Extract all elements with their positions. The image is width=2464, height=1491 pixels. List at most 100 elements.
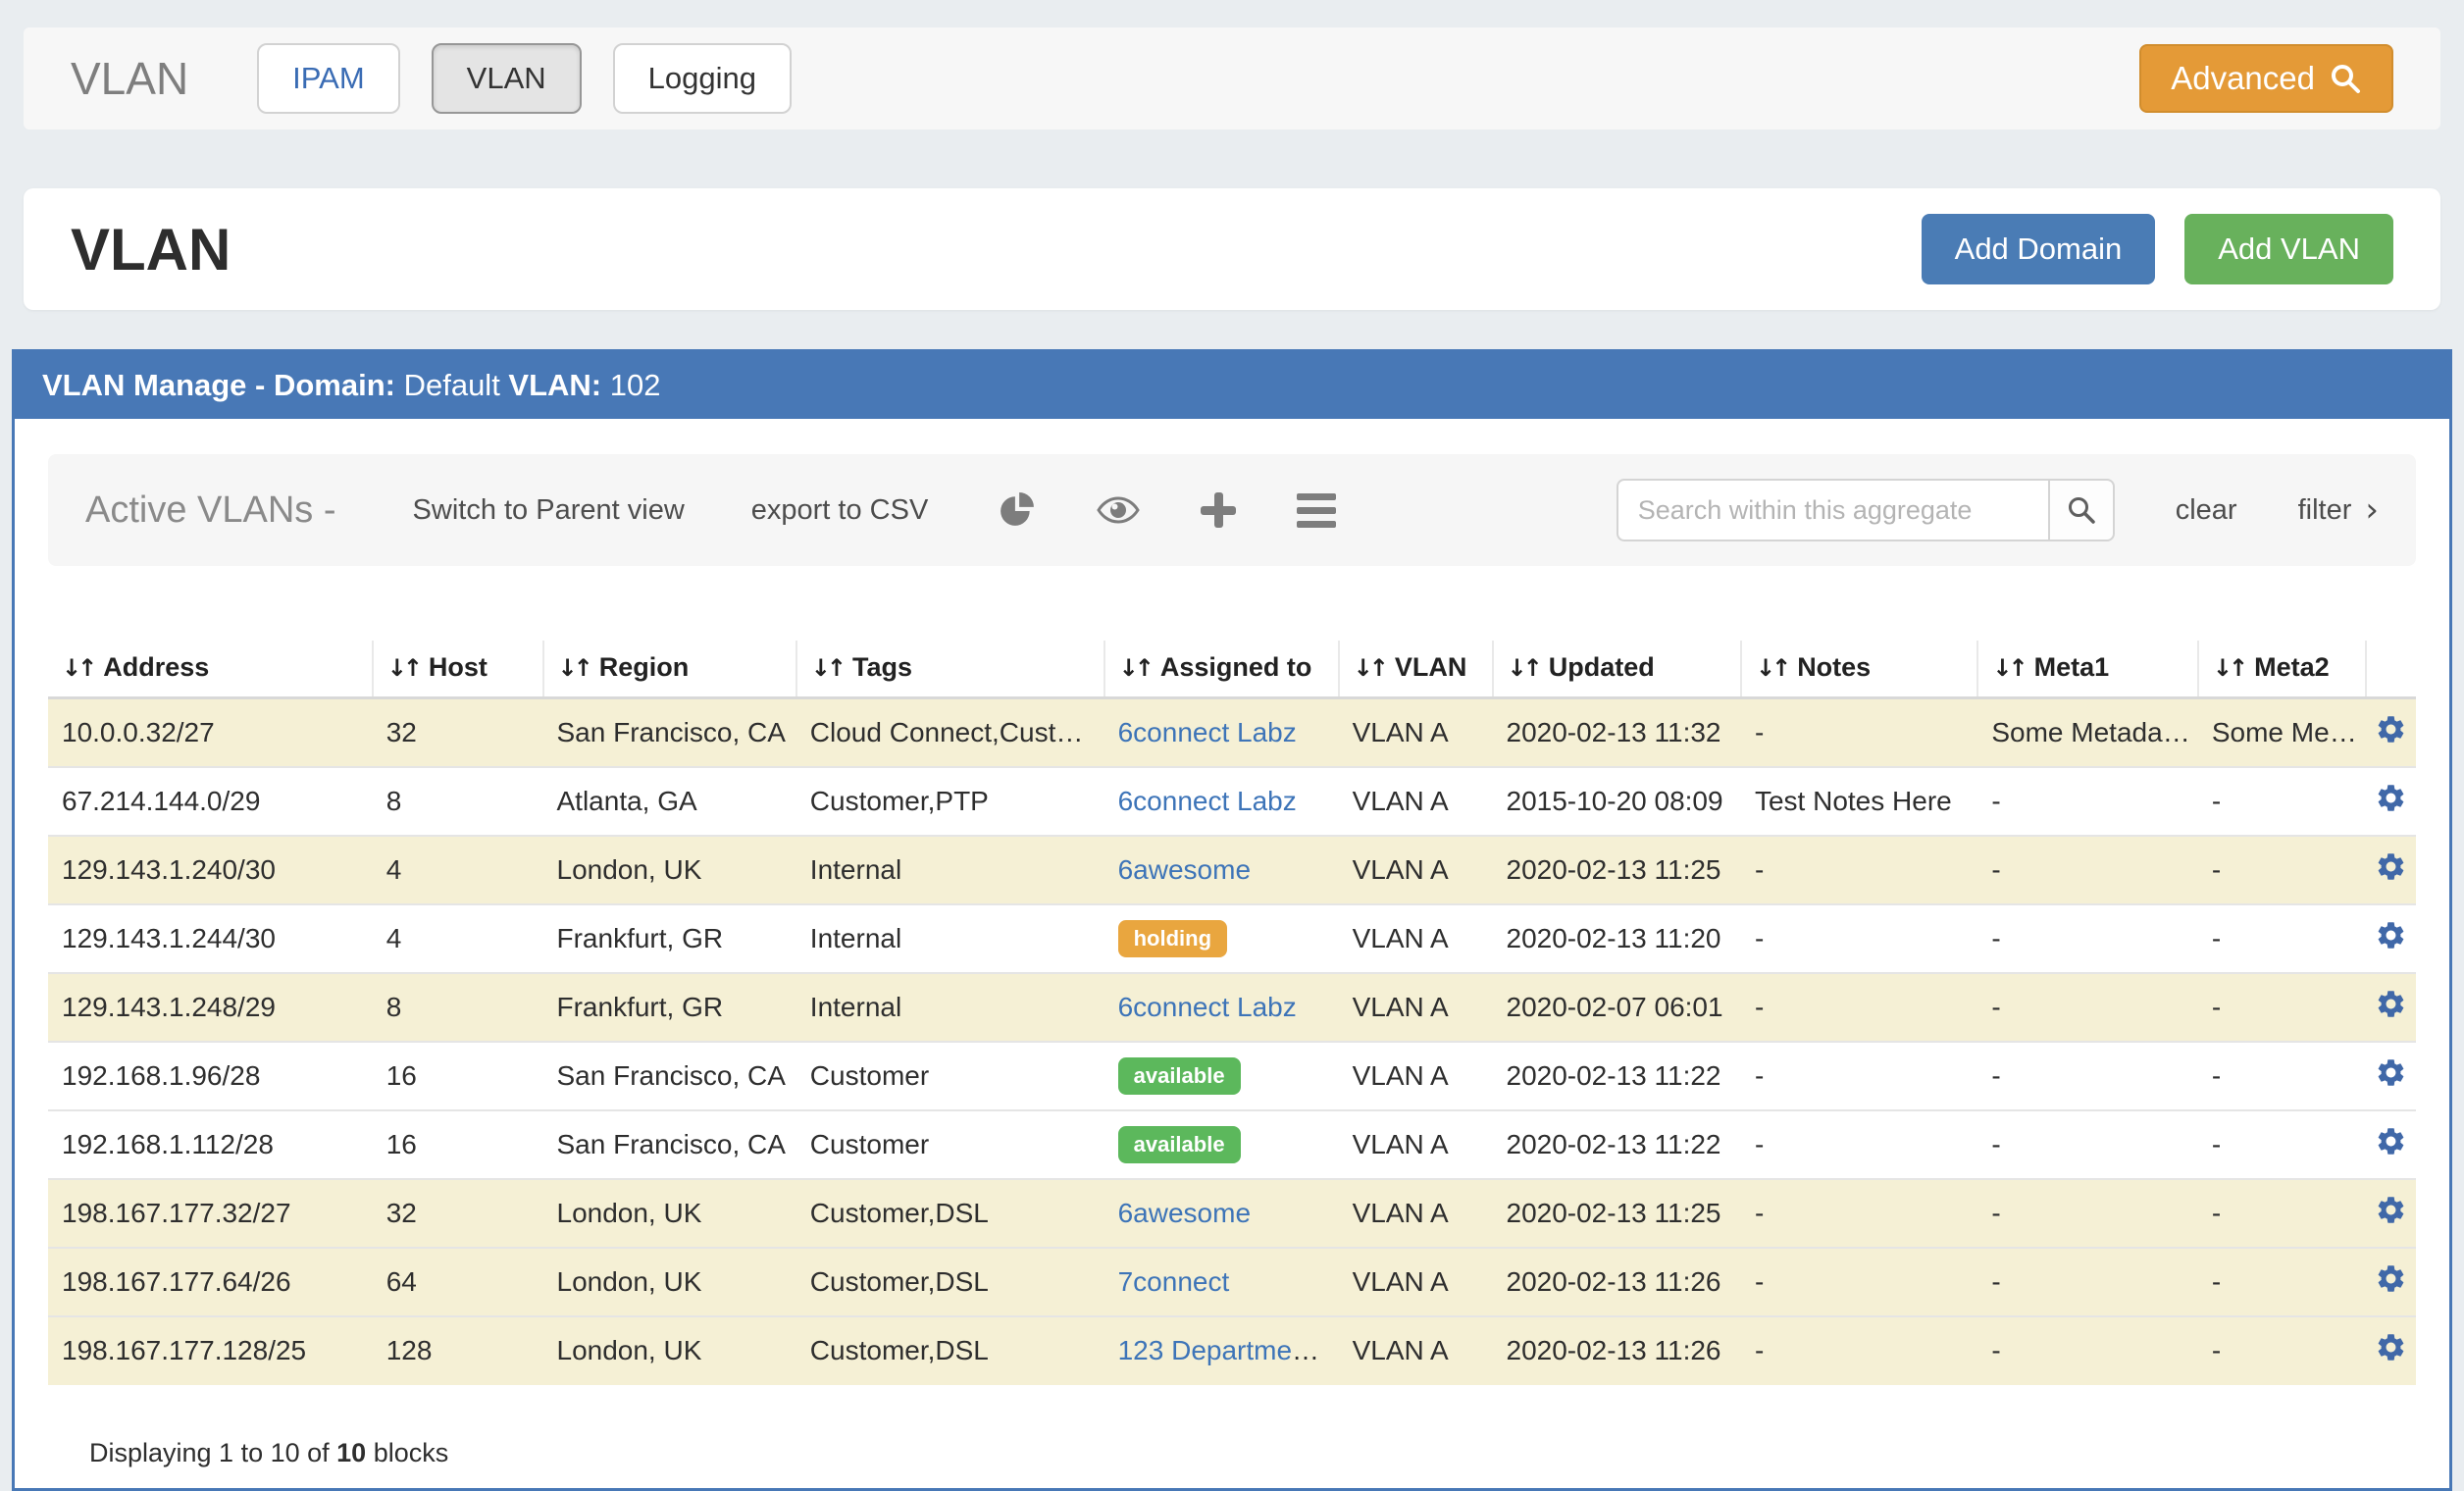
filter-link[interactable]: filter ›	[2298, 490, 2379, 530]
assigned-to-link[interactable]: 6connect Labz	[1118, 786, 1297, 816]
cell-tags: Customer	[796, 1042, 1104, 1110]
gear-icon[interactable]	[2375, 713, 2407, 746]
active-vlans-title: Active VLANs -	[85, 489, 336, 532]
cell-notes: -	[1741, 1042, 1977, 1110]
vlan-manage-panel: VLAN Manage - Domain: Default VLAN: 102 …	[12, 349, 2452, 1491]
cell-tags: Cloud Connect,Customer	[796, 698, 1104, 767]
assigned-to-link[interactable]: 7connect	[1118, 1266, 1230, 1297]
page-header-actions: Add Domain Add VLAN	[1922, 214, 2393, 284]
column-header-actions	[2366, 641, 2416, 698]
vlan-manage-body: Active VLANs - Switch to Parent view exp…	[15, 419, 2449, 1488]
cell-assigned-to: holding	[1104, 904, 1339, 973]
cell-notes: Test Notes Here	[1741, 767, 1977, 836]
table-row: 198.167.177.64/2664London, UKCustomer,DS…	[48, 1248, 2416, 1316]
cell-assigned-to: 123 Department...	[1104, 1316, 1339, 1385]
cell-meta2: -	[2198, 1248, 2366, 1316]
column-header-region[interactable]: ↓↑Region	[543, 641, 796, 698]
manage-header-domain-label: VLAN Manage - Domain:	[42, 368, 395, 402]
gear-icon[interactable]	[2375, 850, 2407, 883]
gear-icon[interactable]	[2375, 1262, 2407, 1295]
assigned-to-link[interactable]: 6connect Labz	[1118, 992, 1297, 1022]
vlan-table: ↓↑Address↓↑Host↓↑Region↓↑Tags↓↑Assigned …	[48, 641, 2416, 1385]
cell-address: 192.168.1.96/28	[48, 1042, 373, 1110]
cell-meta2: Some Met...	[2198, 698, 2366, 767]
cell-tags: Customer,DSL	[796, 1179, 1104, 1248]
aggregate-search-input[interactable]	[1617, 479, 2048, 541]
cell-vlan: VLAN A	[1339, 1042, 1493, 1110]
sort-icon: ↓↑	[1992, 654, 2024, 682]
column-header-assigned-to[interactable]: ↓↑Assigned to	[1104, 641, 1339, 698]
footer-prefix: Displaying 1 to 10 of	[89, 1438, 336, 1467]
status-badge: available	[1118, 1057, 1241, 1095]
column-header-updated[interactable]: ↓↑Updated	[1493, 641, 1741, 698]
column-header-host[interactable]: ↓↑Host	[373, 641, 543, 698]
cell-updated: 2020-02-13 11:22	[1493, 1110, 1741, 1179]
cell-notes: -	[1741, 836, 1977, 904]
sort-icon: ↓↑	[1756, 654, 1787, 682]
gear-icon[interactable]	[2375, 1194, 2407, 1226]
gear-icon[interactable]	[2375, 919, 2407, 951]
gear-icon[interactable]	[2375, 988, 2407, 1020]
cell-region: Frankfurt, GR	[543, 973, 796, 1042]
top-navigation-bar: VLAN IPAM VLAN Logging Advanced	[24, 27, 2440, 129]
cell-notes: -	[1741, 973, 1977, 1042]
status-badge: holding	[1118, 920, 1227, 957]
cell-region: San Francisco, CA	[543, 698, 796, 767]
clear-filter-link[interactable]: clear	[2176, 494, 2237, 527]
filter-link-label: filter	[2298, 494, 2352, 527]
cell-updated: 2015-10-20 08:09	[1493, 767, 1741, 836]
cell-tags: Internal	[796, 973, 1104, 1042]
column-header-tags[interactable]: ↓↑Tags	[796, 641, 1104, 698]
advanced-search-button[interactable]: Advanced	[2139, 44, 2393, 113]
gear-icon[interactable]	[2375, 782, 2407, 814]
gear-icon[interactable]	[2375, 1331, 2407, 1363]
column-header-meta2[interactable]: ↓↑Meta2	[2198, 641, 2366, 698]
cell-meta1: -	[1977, 1179, 2198, 1248]
cell-actions	[2366, 698, 2416, 767]
nav-tab-vlan[interactable]: VLAN	[432, 43, 582, 114]
add-vlan-button[interactable]: Add VLAN	[2184, 214, 2393, 284]
column-header-vlan[interactable]: ↓↑VLAN	[1339, 641, 1493, 698]
assigned-to-link[interactable]: 6awesome	[1118, 1198, 1251, 1228]
aggregate-search-button[interactable]	[2048, 479, 2115, 541]
nav-tab-logging[interactable]: Logging	[613, 43, 792, 114]
cell-region: London, UK	[543, 1316, 796, 1385]
cell-meta1: -	[1977, 1248, 2198, 1316]
assigned-to-link[interactable]: 123 Department...	[1118, 1335, 1338, 1365]
menu-icon[interactable]	[1297, 493, 1336, 528]
cell-vlan: VLAN A	[1339, 1110, 1493, 1179]
cell-vlan: VLAN A	[1339, 973, 1493, 1042]
cell-address: 129.143.1.248/29	[48, 973, 373, 1042]
app-title: VLAN	[71, 52, 188, 105]
cell-address: 198.167.177.32/27	[48, 1179, 373, 1248]
add-domain-button[interactable]: Add Domain	[1922, 214, 2156, 284]
nav-tab-ipam[interactable]: IPAM	[257, 43, 400, 114]
cell-tags: Customer,DSL	[796, 1248, 1104, 1316]
assigned-to-link[interactable]: 6awesome	[1118, 854, 1251, 885]
cell-host: 16	[373, 1110, 543, 1179]
column-header-notes[interactable]: ↓↑Notes	[1741, 641, 1977, 698]
column-header-meta1[interactable]: ↓↑Meta1	[1977, 641, 2198, 698]
cell-meta2: -	[2198, 767, 2366, 836]
aggregate-search-group: clear filter ›	[1617, 479, 2379, 541]
gear-icon[interactable]	[2375, 1056, 2407, 1089]
cell-updated: 2020-02-13 11:25	[1493, 836, 1741, 904]
assigned-to-link[interactable]: 6connect Labz	[1118, 717, 1297, 747]
cell-actions	[2366, 836, 2416, 904]
cell-host: 4	[373, 836, 543, 904]
table-row: 192.168.1.112/2816San Francisco, CACusto…	[48, 1110, 2416, 1179]
sort-icon: ↓↑	[558, 654, 590, 682]
pie-chart-icon[interactable]	[999, 491, 1036, 529]
cell-region: Atlanta, GA	[543, 767, 796, 836]
export-to-csv-link[interactable]: export to CSV	[751, 494, 929, 527]
column-header-address[interactable]: ↓↑Address	[48, 641, 373, 698]
switch-to-parent-view-link[interactable]: Switch to Parent view	[413, 494, 685, 527]
cell-assigned-to: 6connect Labz	[1104, 973, 1339, 1042]
plus-icon[interactable]	[1201, 492, 1236, 528]
cell-address: 129.143.1.244/30	[48, 904, 373, 973]
eye-icon[interactable]	[1097, 496, 1140, 524]
sort-icon: ↓↑	[387, 654, 419, 682]
cell-host: 4	[373, 904, 543, 973]
gear-icon[interactable]	[2375, 1125, 2407, 1157]
table-row: 129.143.1.248/298Frankfurt, GRInternal6c…	[48, 973, 2416, 1042]
